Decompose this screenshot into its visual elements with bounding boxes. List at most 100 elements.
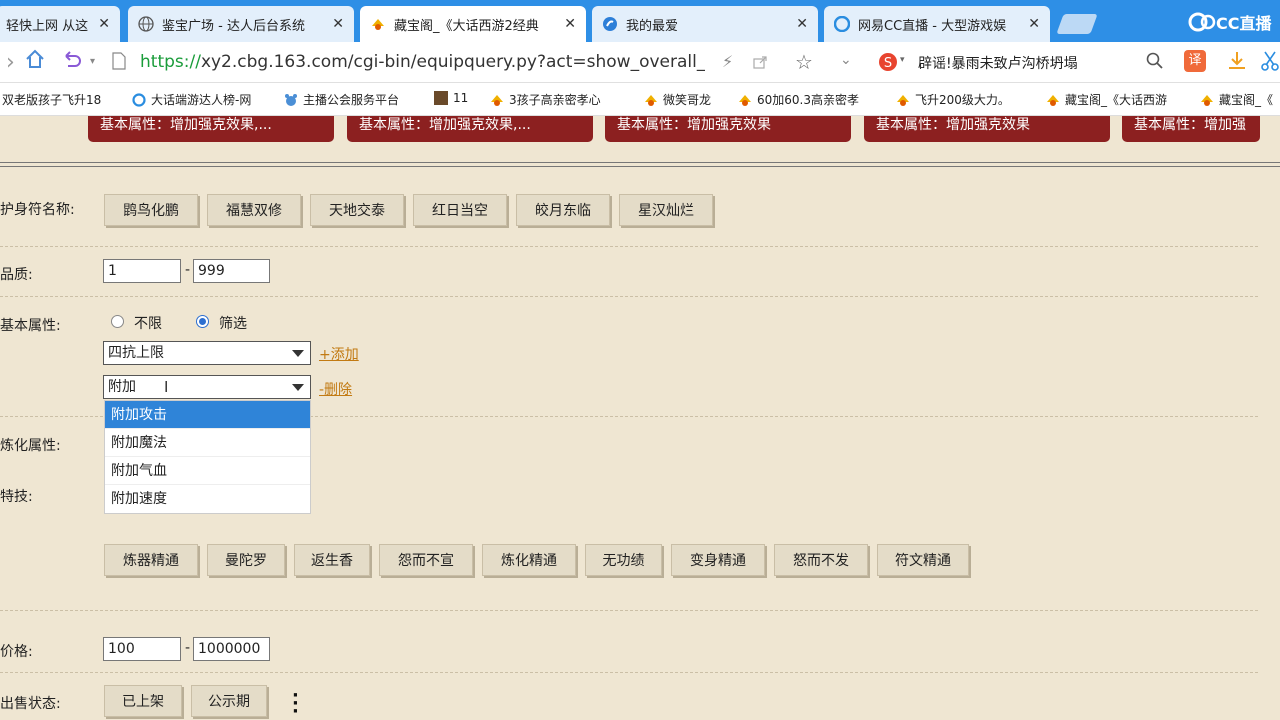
game-avatar-icon <box>434 91 448 105</box>
tab-4[interactable]: 我的最爱 ✕ <box>592 6 818 42</box>
range-separator: - <box>185 262 191 278</box>
dropdown-option[interactable]: 附加魔法 <box>105 429 310 457</box>
bookmarks-bar: 双老版孩子飞升18 大话端游达人榜-网 主播公会服务平台 11 3孩子高亲密孝心… <box>0 83 1280 116</box>
bookmark-label: 60加60.3高亲密孝 <box>757 93 859 107</box>
translate-icon[interactable]: 译 <box>1184 50 1206 72</box>
download-icon[interactable] <box>1226 50 1248 76</box>
result-card[interactable]: 基本属性：增加强 <box>1122 116 1260 142</box>
bookmark-item[interactable]: 飞升200级大力。 <box>896 91 1036 108</box>
attr-select-1[interactable]: 四抗上限 <box>103 341 311 365</box>
amulet-option-button[interactable]: 星汉灿烂 <box>619 194 713 226</box>
share-icon[interactable] <box>752 54 768 74</box>
bookmark-item[interactable]: 11 <box>434 91 480 105</box>
bookmark-item[interactable]: 大话端游达人榜-网 <box>132 91 272 108</box>
skill-option-button[interactable]: 炼化精通 <box>482 544 576 576</box>
chevron-down-icon[interactable]: ⌄ <box>840 52 852 68</box>
new-tab-button[interactable] <box>1056 14 1098 34</box>
home-icon[interactable] <box>24 48 46 76</box>
search-suggestion[interactable]: 辟谣!暴雨未致卢沟桥坍塌 <box>918 53 1078 73</box>
attr-select-1-value: 四抗上限 <box>108 345 164 361</box>
delete-attr-link[interactable]: -删除 <box>319 379 352 399</box>
result-card[interactable]: 基本属性：增加强克效果 <box>605 116 851 142</box>
dropdown-option[interactable]: 附加气血 <box>105 457 310 485</box>
skill-option-button[interactable]: 怒而不发 <box>774 544 868 576</box>
tab-5[interactable]: 网易CC直播 - 大型游戏娱 ✕ <box>824 6 1050 42</box>
tab-label: 我的最爱 <box>626 18 679 34</box>
bookmark-label: 双老版孩子飞升18 <box>2 93 102 107</box>
close-icon[interactable]: ✕ <box>332 16 344 32</box>
skill-option-button[interactable]: 炼器精通 <box>104 544 198 576</box>
tab-label: 鉴宝广场 - 达人后台系统 <box>162 18 305 34</box>
chevron-down-icon[interactable]: ▾ <box>900 55 905 65</box>
radio-unlimited[interactable] <box>111 315 124 328</box>
url-field[interactable]: https://xy2.cbg.163.com/cgi-bin/equipque… <box>140 52 705 72</box>
tab-bar: 轻快上网 从这 ✕ 鉴宝广场 - 达人后台系统 ✕ 藏宝阁_《大话西游2经典 ✕… <box>0 0 1280 42</box>
skill-option-button[interactable]: 符文精通 <box>877 544 969 576</box>
bookmark-label: 藏宝阁_《 <box>1219 93 1274 107</box>
cbg-logo-icon <box>370 16 386 32</box>
undo-icon[interactable] <box>62 50 84 76</box>
amulet-option-button[interactable]: 红日当空 <box>413 194 507 226</box>
quality-max-input[interactable]: 999 <box>193 259 270 283</box>
add-attr-link[interactable]: +添加 <box>319 344 359 364</box>
bookmark-item[interactable]: 3孩子高亲密孝心 <box>490 91 630 108</box>
tab-2[interactable]: 鉴宝广场 - 达人后台系统 ✕ <box>128 6 354 42</box>
price-min-input[interactable]: 100 <box>103 637 181 661</box>
attr-select-2-value: 附加 <box>108 379 136 395</box>
section-divider <box>0 162 1280 167</box>
sogou-search-icon[interactable]: S <box>878 52 898 76</box>
scissors-icon[interactable] <box>1260 50 1280 76</box>
tab-label: 藏宝阁_《大话西游2经典 <box>394 18 539 34</box>
bookmark-item[interactable]: 60加60.3高亲密孝 <box>738 91 876 108</box>
close-icon[interactable]: ✕ <box>564 16 576 32</box>
skill-option-button[interactable]: 曼陀罗 <box>207 544 285 576</box>
amulet-option-button[interactable]: 福慧双修 <box>207 194 301 226</box>
sale-status-button[interactable]: 公示期 <box>191 685 267 717</box>
quality-min-input[interactable]: 1 <box>103 259 181 283</box>
bookmark-label: 主播公会服务平台 <box>303 93 400 107</box>
row-divider <box>0 610 1258 611</box>
result-card[interactable]: 基本属性：增加强克效果 <box>864 116 1110 142</box>
close-icon[interactable]: ✕ <box>796 16 808 32</box>
bookmark-item[interactable]: 微笑哥龙 <box>644 91 728 108</box>
skill-option-button[interactable]: 返生香 <box>294 544 370 576</box>
base-attr-label: 基本属性: <box>0 318 61 334</box>
brand-label: CC直播 <box>1216 14 1272 33</box>
attr-dropdown-list: 附加攻击 附加魔法 附加气血 附加速度 <box>104 400 311 514</box>
cc-live-icon <box>834 16 850 32</box>
result-card[interactable]: 基本属性：增加强克效果,... <box>347 116 593 142</box>
close-icon[interactable]: ✕ <box>1028 16 1040 32</box>
skill-option-button[interactable]: 怨而不宣 <box>379 544 473 576</box>
close-icon[interactable]: ✕ <box>98 16 110 32</box>
chevron-down-icon[interactable]: ▾ <box>90 56 95 67</box>
bookmark-label: 11 <box>453 91 469 105</box>
bookmark-item[interactable]: 藏宝阁_《大话西游 <box>1046 91 1186 108</box>
tab-3[interactable]: 藏宝阁_《大话西游2经典 ✕ <box>360 6 586 42</box>
dropdown-option[interactable]: 附加速度 <box>105 485 310 513</box>
back-icon[interactable]: › <box>6 50 15 75</box>
bookmark-item[interactable]: 藏宝阁_《 <box>1200 91 1280 108</box>
amulet-option-button[interactable]: 皎月东临 <box>516 194 610 226</box>
brand-logo: CC直播 <box>1188 10 1272 34</box>
skill-option-button[interactable]: 无功绩 <box>585 544 662 576</box>
address-bar: › ▾ https://xy2.cbg.163.com/cgi-bin/equi… <box>0 42 1280 83</box>
price-max-input[interactable]: 1000000 <box>193 637 270 661</box>
lightning-icon[interactable]: ⚡ <box>722 52 733 71</box>
attr-select-2[interactable]: 附加 <box>103 375 311 399</box>
range-separator: - <box>185 640 191 656</box>
radio-filter[interactable] <box>196 315 209 328</box>
more-options-icon[interactable]: · · · <box>292 687 299 720</box>
skill-option-button[interactable]: 变身精通 <box>671 544 765 576</box>
bookmark-item[interactable]: 主播公会服务平台 <box>284 91 424 108</box>
amulet-option-button[interactable]: 鹍鸟化鹏 <box>104 194 198 226</box>
star-icon[interactable]: ☆ <box>795 50 813 74</box>
search-form-page: 基本属性：增加强克效果,... 基本属性：增加强克效果,... 基本属性：增加强… <box>0 116 1280 720</box>
amulet-option-button[interactable]: 天地交泰 <box>310 194 404 226</box>
tab-1[interactable]: 轻快上网 从这 ✕ <box>0 6 120 42</box>
sale-status-button[interactable]: 已上架 <box>104 685 182 717</box>
search-icon[interactable] <box>1146 52 1164 74</box>
bookmark-label: 3孩子高亲密孝心 <box>509 93 601 107</box>
dropdown-option[interactable]: 附加攻击 <box>105 401 310 429</box>
bookmark-item[interactable]: 双老版孩子飞升18 <box>2 91 120 108</box>
result-card[interactable]: 基本属性：增加强克效果,... <box>88 116 334 142</box>
